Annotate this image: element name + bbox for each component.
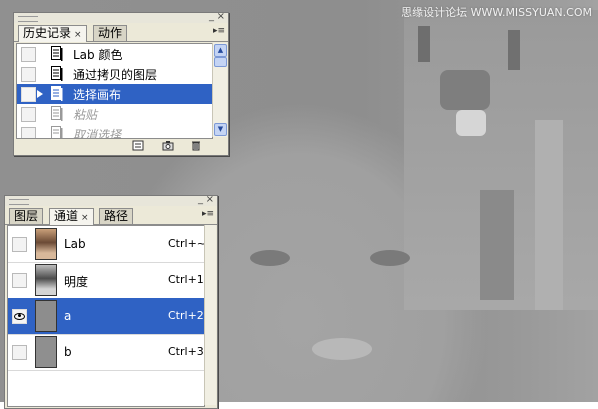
history-item[interactable]: 粘贴 <box>17 104 212 124</box>
history-item-label: 选择画布 <box>73 88 122 102</box>
history-item[interactable]: 通过拷贝的图层 <box>17 64 212 84</box>
snapshot-camera-icon[interactable] <box>162 140 174 151</box>
history-item-label: 通过拷贝的图层 <box>73 68 158 82</box>
channel-shortcut: Ctrl+~ <box>168 237 205 250</box>
history-footer <box>132 140 212 152</box>
scroll-thumb[interactable] <box>214 57 227 67</box>
drag-grip[interactable] <box>9 199 29 205</box>
visibility-toggle[interactable] <box>12 237 27 252</box>
tab-paths[interactable]: 路径 <box>99 208 134 224</box>
history-item[interactable]: Lab 颜色 <box>17 44 212 64</box>
channel-thumbnail <box>35 300 57 332</box>
close-icon[interactable]: × <box>206 194 214 206</box>
history-source-checkbox[interactable] <box>21 87 36 102</box>
visibility-toggle[interactable] <box>12 309 27 324</box>
history-source-checkbox[interactable] <box>21 67 36 82</box>
history-state-icon <box>51 106 63 121</box>
channel-shortcut: Ctrl+1 <box>168 273 204 286</box>
channel-row-lightness[interactable]: 明度 Ctrl+1 <box>8 262 204 299</box>
new-document-from-state-icon[interactable] <box>132 140 144 151</box>
current-state-pointer-icon <box>37 90 43 98</box>
tab-layers[interactable]: 图层 <box>9 208 44 224</box>
panel-menu-icon[interactable]: ▸≡ <box>213 26 225 36</box>
tab-history[interactable]: 历史记录 × <box>18 25 87 42</box>
minimize-icon[interactable]: _ <box>198 194 203 206</box>
history-state-icon <box>51 126 63 138</box>
tab-close-icon[interactable]: × <box>81 213 89 223</box>
channels-scrollbar[interactable] <box>204 225 216 405</box>
drag-grip[interactable] <box>18 16 38 22</box>
channel-thumbnail <box>35 228 57 260</box>
channel-thumbnail <box>35 264 57 296</box>
channel-shortcut: Ctrl+2 <box>168 309 204 322</box>
tab-label: 动作 <box>98 26 123 40</box>
history-source-checkbox[interactable] <box>21 47 36 62</box>
tab-label: 历史记录 <box>23 26 72 40</box>
tab-close-icon[interactable]: × <box>74 30 82 40</box>
history-state-icon <box>51 66 63 81</box>
channels-tabs: 图层 通道 × 路径 ▸≡ <box>5 206 217 225</box>
history-tabs: 历史记录 × 动作 ▸≡ <box>14 23 228 42</box>
channel-name: Lab <box>64 237 86 251</box>
scroll-up-icon[interactable]: ▲ <box>214 44 227 57</box>
visibility-toggle[interactable] <box>12 273 27 288</box>
channels-list: Lab Ctrl+~ 明度 Ctrl+1 a Ctrl+2 b Ctrl+3 <box>7 225 205 407</box>
history-source-checkbox[interactable] <box>21 107 36 122</box>
tab-actions[interactable]: 动作 <box>93 25 128 41</box>
channel-thumbnail <box>35 336 57 368</box>
history-item-label: 取消选择 <box>73 128 122 139</box>
channel-name: b <box>64 345 72 359</box>
history-list: Lab 颜色 通过拷贝的图层 选择画布 粘贴 取消选择 <box>16 43 213 139</box>
history-source-checkbox[interactable] <box>21 127 36 138</box>
close-icon[interactable]: × <box>217 11 225 23</box>
tab-channels[interactable]: 通道 × <box>49 208 94 225</box>
channel-name: 明度 <box>64 275 89 289</box>
channel-shortcut: Ctrl+3 <box>168 345 204 358</box>
history-item-selected[interactable]: 选择画布 <box>17 84 212 104</box>
visibility-toggle[interactable] <box>12 345 27 360</box>
history-item[interactable]: 取消选择 <box>17 124 212 139</box>
tab-label: 图层 <box>14 209 39 223</box>
channel-row-b[interactable]: b Ctrl+3 <box>8 334 204 371</box>
eye-icon <box>14 313 25 320</box>
channel-row-lab[interactable]: Lab Ctrl+~ <box>8 226 204 263</box>
history-scrollbar[interactable]: ▲ ▼ <box>212 43 227 137</box>
panel-menu-icon[interactable]: ▸≡ <box>202 209 214 219</box>
trash-icon[interactable] <box>190 140 202 151</box>
history-state-icon <box>51 86 63 101</box>
tab-label: 路径 <box>104 209 129 223</box>
scroll-down-icon[interactable]: ▼ <box>214 123 227 136</box>
minimize-icon[interactable]: _ <box>209 11 214 23</box>
history-item-label: Lab 颜色 <box>73 48 123 62</box>
panel-titlebar[interactable]: _ × <box>5 194 217 206</box>
panel-titlebar[interactable]: _ × <box>14 11 228 23</box>
tab-label: 通道 <box>54 209 79 223</box>
watermark: 思缘设计论坛 WWW.MISSYUAN.COM <box>401 6 592 19</box>
history-state-icon <box>51 46 63 61</box>
channel-row-a[interactable]: a Ctrl+2 <box>8 298 204 335</box>
history-item-label: 粘贴 <box>73 108 98 122</box>
history-panel: _ × 历史记录 × 动作 ▸≡ Lab 颜色 通过拷贝的图层 选择画布 粘贴 … <box>13 11 229 156</box>
channel-name: a <box>64 309 72 323</box>
channels-panel: _ × 图层 通道 × 路径 ▸≡ Lab Ctrl+~ 明度 Ctrl+1 a… <box>4 194 218 409</box>
